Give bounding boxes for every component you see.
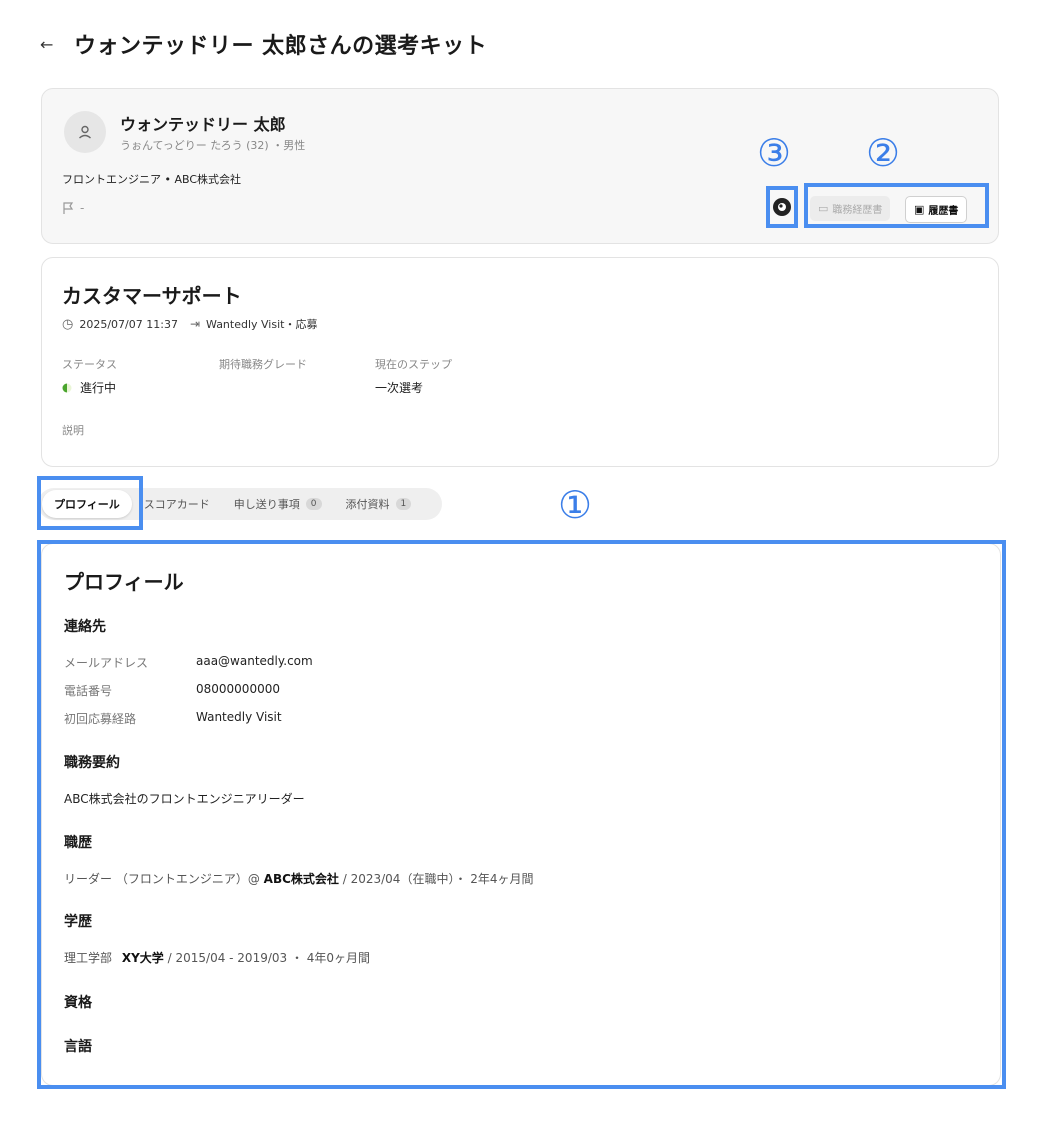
step-value: 一次選考 [375,381,424,395]
id-card-icon: ▣ [914,203,925,216]
tab-attachments[interactable]: 添付資料 1 [334,490,424,518]
candidate-name: ウォンテッドリー 太郎 [120,115,286,134]
candidate-kana: うぉんてっどりー たろう (32) ・男性 [120,139,306,152]
tab-attachments-label: 添付資料 [345,498,390,511]
tab-scorecard-label: スコアカード [143,498,210,511]
annotation-3: ③ [757,131,792,175]
position-meta: ◷ 2025/07/07 11:37 ⇥ Wantedly Visit・応募 [62,316,317,332]
status-label: ステータス [62,358,117,371]
page-title: ウォンテッドリー 太郎さんの選考キット [74,34,488,59]
shokumu-label: 職務経歴書 [832,205,883,216]
step-label: 現在のステップ [375,358,452,371]
candidate-job: フロントエンジニア • ABC株式会社 [62,173,242,186]
tab-handover-count: 0 [305,498,322,510]
position-source: Wantedly Visit・応募 [206,318,318,331]
tab-handover-label: 申し送り事項 [233,498,300,511]
profile-link-button[interactable] [773,198,791,216]
back-arrow-icon[interactable]: ← [40,35,56,54]
tab-attachments-count: 1 [395,498,412,510]
position-datetime: 2025/07/07 11:37 [79,317,178,331]
flag-icon [63,202,74,214]
clock-icon: ◷ [62,316,74,332]
arrow-in-icon: ⇥ [189,317,201,331]
flag-row: - [62,201,84,215]
avatar [64,111,106,153]
page-header: ← ウォンテッドリー 太郎さんの選考キット [40,28,487,60]
shokumu-keirekisho-button[interactable]: ▭ 職務経歴書 [810,196,891,221]
status-value-row: 進行中 [62,379,116,396]
grade-label: 期待職務グレード [219,358,307,371]
rireki-label: 履歴書 [928,206,959,217]
progress-icon [62,383,72,392]
user-icon [79,125,91,139]
tab-scorecard[interactable]: スコアカード [132,490,222,518]
position-card: カスタマーサポート ◷ 2025/07/07 11:37 ⇥ Wantedly … [41,257,999,467]
position-title: カスタマーサポート [62,284,242,308]
annotation-2: ② [866,131,901,175]
rirekisho-button[interactable]: ▣ 履歴書 [905,196,968,223]
tab-handover[interactable]: 申し送り事項 0 [222,490,334,518]
status-value: 進行中 [80,381,117,395]
document-icon: ▭ [818,202,829,215]
flag-value: - [80,201,85,215]
description-label: 説明 [62,424,84,437]
globe-icon [778,203,786,211]
annotation-1: ① [558,483,593,527]
highlight-box-1-tab [37,476,143,530]
highlight-box-1-panel [37,540,1006,1089]
